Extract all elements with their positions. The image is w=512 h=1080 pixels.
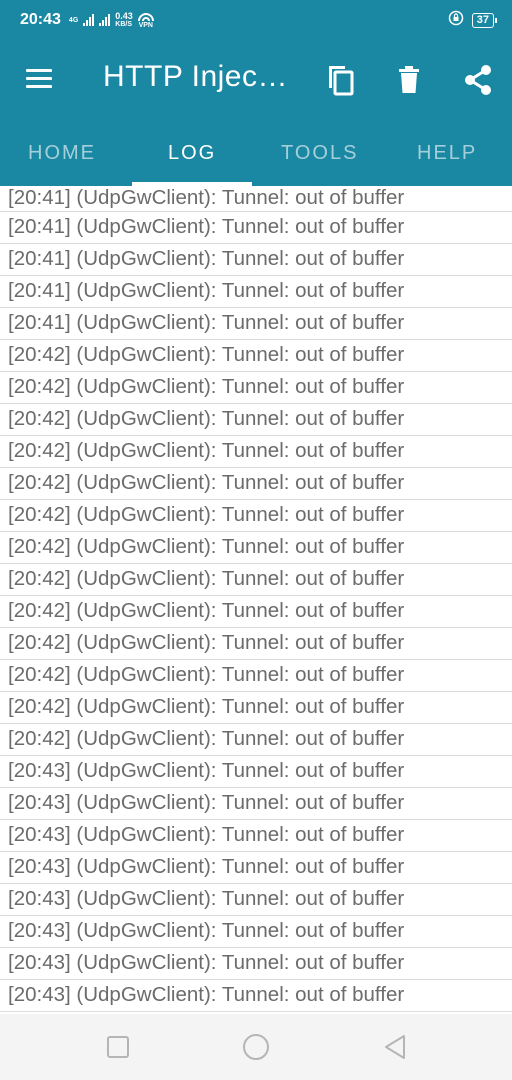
log-entry: [20:43] (UdpGwClient): Tunnel: out of bu… <box>0 788 512 820</box>
log-entry: [20:41] (UdpGwClient): Tunnel: out of bu… <box>0 308 512 340</box>
menu-icon[interactable] <box>26 69 54 91</box>
network-speed-value: 0.43 <box>115 11 133 21</box>
app-bar: HTTP Injec… <box>0 40 512 122</box>
tab-bar: HOME LOG TOOLS HELP <box>0 122 512 186</box>
share-icon[interactable] <box>460 62 496 98</box>
signal-icon <box>83 14 95 26</box>
log-entry: [20:42] (UdpGwClient): Tunnel: out of bu… <box>0 468 512 500</box>
log-entry: [20:43] (UdpGwClient): Tunnel: out of bu… <box>0 948 512 980</box>
network-speed-unit: KB/S <box>115 21 132 28</box>
log-entry: [20:42] (UdpGwClient): Tunnel: out of bu… <box>0 596 512 628</box>
app-title: HTTP Injec… <box>103 60 288 93</box>
log-entry: [20:41] (UdpGwClient): Tunnel: out of bu… <box>0 186 512 212</box>
log-entry: [20:42] (UdpGwClient): Tunnel: out of bu… <box>0 564 512 596</box>
status-right-group: 37 <box>448 10 498 31</box>
recents-square-icon[interactable] <box>103 1032 133 1062</box>
log-entry: [20:42] (UdpGwClient): Tunnel: out of bu… <box>0 436 512 468</box>
tab-help[interactable]: HELP <box>417 142 477 165</box>
signal-2-icon <box>99 14 111 26</box>
tab-log[interactable]: LOG <box>168 142 216 165</box>
log-entry: [20:41] (UdpGwClient): Tunnel: out of bu… <box>0 212 512 244</box>
navigation-bar <box>0 1014 512 1080</box>
battery-level: 37 <box>476 13 489 26</box>
log-entry: [20:43] (UdpGwClient): Tunnel: out of bu… <box>0 884 512 916</box>
log-entry: [20:42] (UdpGwClient): Tunnel: out of bu… <box>0 660 512 692</box>
log-entry: [20:43] (UdpGwClient): Tunnel: out of bu… <box>0 852 512 884</box>
lock-rotation-icon <box>448 10 464 31</box>
log-entry: [20:43] (UdpGwClient): Tunnel: out of bu… <box>0 756 512 788</box>
back-triangle-icon[interactable] <box>380 1032 410 1062</box>
battery-icon: 37 <box>471 12 498 28</box>
status-network-group: 4G 0.43 KB/S VPN <box>69 12 154 29</box>
log-entry: [20:42] (UdpGwClient): Tunnel: out of bu… <box>0 532 512 564</box>
status-time: 20:43 <box>20 11 61 28</box>
log-entry: [20:43] (UdpGwClient): Tunnel: out of bu… <box>0 916 512 948</box>
log-entry: [20:42] (UdpGwClient): Tunnel: out of bu… <box>0 692 512 724</box>
vpn-icon: VPN <box>137 12 154 29</box>
log-entry: [20:43] (UdpGwClient): Tunnel: out of bu… <box>0 980 512 1012</box>
network-type-label: 4G <box>68 16 79 24</box>
vpn-label: VPN <box>138 21 153 29</box>
log-entry: [20:42] (UdpGwClient): Tunnel: out of bu… <box>0 628 512 660</box>
trash-icon[interactable] <box>391 62 427 98</box>
tab-home[interactable]: HOME <box>28 142 96 165</box>
log-list[interactable]: [20:41] (UdpGwClient): Tunnel: out of bu… <box>0 186 512 1014</box>
network-speed: 0.43 KB/S <box>115 11 133 29</box>
log-entry: [20:42] (UdpGwClient): Tunnel: out of bu… <box>0 404 512 436</box>
log-entry: [20:41] (UdpGwClient): Tunnel: out of bu… <box>0 244 512 276</box>
log-entry: [20:42] (UdpGwClient): Tunnel: out of bu… <box>0 724 512 756</box>
log-entry: [20:43] (UdpGwClient): Tunnel: out of bu… <box>0 820 512 852</box>
log-entry: [20:42] (UdpGwClient): Tunnel: out of bu… <box>0 372 512 404</box>
copy-icon[interactable] <box>323 62 359 98</box>
status-bar: 20:43 4G 0.43 KB/S VPN 37 <box>0 0 512 40</box>
log-entry: [20:41] (UdpGwClient): Tunnel: out of bu… <box>0 276 512 308</box>
log-entry: [20:42] (UdpGwClient): Tunnel: out of bu… <box>0 500 512 532</box>
tab-tools[interactable]: TOOLS <box>281 142 358 165</box>
log-entry: [20:42] (UdpGwClient): Tunnel: out of bu… <box>0 340 512 372</box>
home-circle-icon[interactable] <box>241 1032 271 1062</box>
